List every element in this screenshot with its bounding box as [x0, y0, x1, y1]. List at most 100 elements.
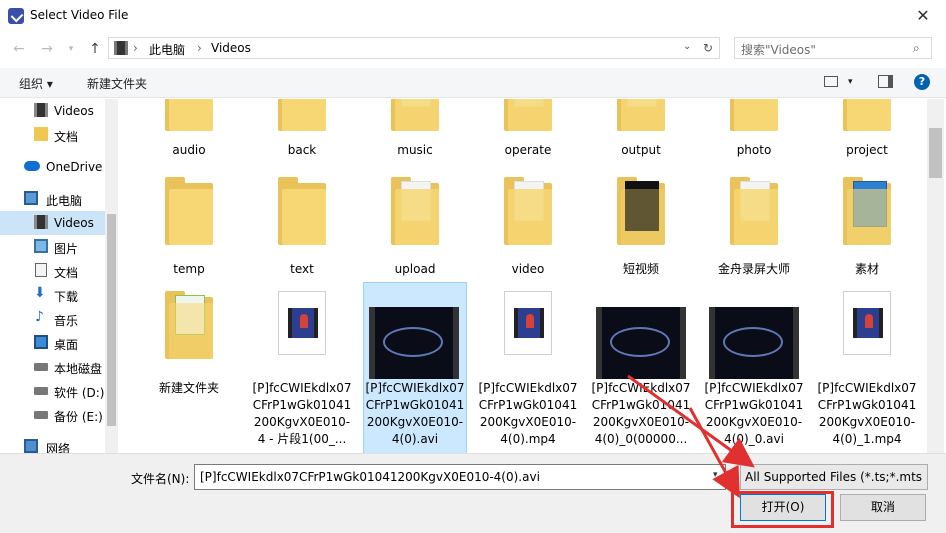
file-list-scrollbar-thumb[interactable]: [929, 128, 942, 178]
drive-icon: [34, 387, 48, 395]
chevron-down-icon[interactable]: ▾: [848, 77, 853, 87]
video-file-item[interactable]: [P]fcCWIEkdlx07CFrP1wGk01041200KgvX0E010…: [478, 283, 578, 453]
back-arrow-icon[interactable]: ←: [10, 40, 28, 58]
folder-with-files-icon: [730, 177, 778, 249]
new-folder-button[interactable]: 新建文件夹: [87, 75, 147, 92]
video-file-item[interactable]: [P]fcCWIEkdlx07CFrP1wGk01041200KgvX0E010…: [817, 283, 917, 453]
folder-icon: [165, 177, 213, 249]
folder-item[interactable]: video: [478, 171, 578, 283]
folder-item[interactable]: photo: [704, 99, 804, 163]
sidebar-item-label: OneDrive: [46, 160, 103, 174]
file-name: output: [621, 143, 661, 157]
folder-item[interactable]: output: [591, 99, 691, 163]
sidebar-item-videos-quick[interactable]: Videos: [0, 99, 105, 123]
sidebar-item-local-disk[interactable]: 本地磁盘: [0, 355, 105, 379]
file-name: back: [287, 143, 317, 157]
sidebar-item-label: 下载: [54, 290, 79, 304]
folder-item[interactable]: back: [252, 99, 352, 163]
folder-with-media-icon: [165, 291, 213, 363]
folder-item[interactable]: temp: [139, 171, 239, 283]
refresh-icon[interactable]: ↻: [703, 41, 713, 55]
file-name: text: [290, 262, 314, 276]
folder-item[interactable]: 金舟录屏大师: [704, 171, 804, 283]
chevron-down-icon[interactable]: ⌄: [683, 41, 691, 52]
filename-input[interactable]: [194, 464, 726, 490]
breadcrumb-videos[interactable]: Videos: [211, 41, 251, 55]
file-name: [P]fcCWIEkdlx07CFrP1wGk01041200KgvX0E010…: [365, 381, 465, 446]
video-library-icon: [34, 103, 48, 117]
download-icon: ⬇: [34, 285, 46, 301]
video-file-item[interactable]: [P]fcCWIEkdlx07CFrP1wGk01041200KgvX0E010…: [704, 283, 804, 453]
folder-item[interactable]: project: [817, 99, 917, 163]
sidebar-item-label: 软件 (D:): [54, 386, 105, 400]
video-file-item[interactable]: [P]fcCWIEkdlx07CFrP1wGk01041200KgvX0E010…: [252, 283, 352, 453]
file-name: 金舟录屏大师: [717, 262, 790, 276]
folder-item[interactable]: music: [365, 99, 465, 163]
sidebar-item-music[interactable]: ♪ 音乐: [0, 307, 105, 331]
drive-icon: [34, 363, 48, 371]
folder-item[interactable]: 新建文件夹: [139, 283, 239, 453]
video-library-icon: [114, 41, 128, 55]
folder-item[interactable]: 素材: [817, 171, 917, 283]
sidebar-item-label: 网络: [46, 442, 71, 453]
cancel-button[interactable]: 取消: [840, 494, 926, 521]
file-name: [P]fcCWIEkdlx07CFrP1wGk01041200KgvX0E010…: [704, 381, 804, 446]
command-toolbar: 组织 ▾ 新建文件夹 ▾ ?: [0, 68, 946, 98]
view-options-icon[interactable]: [824, 76, 838, 87]
sidebar-item-documents-quick[interactable]: 文档: [0, 123, 105, 147]
chevron-down-icon[interactable]: ▾: [713, 470, 718, 480]
up-arrow-icon[interactable]: ↑: [86, 40, 104, 58]
folder-with-images-icon: [843, 177, 891, 249]
sidebar-item-onedrive[interactable]: OneDrive: [0, 155, 105, 179]
close-icon[interactable]: ✕: [908, 4, 938, 28]
folder-item[interactable]: upload: [365, 171, 465, 283]
organize-menu[interactable]: 组织 ▾: [19, 75, 53, 92]
breadcrumb-separator: ›: [197, 41, 202, 55]
video-file-item-selected[interactable]: [P]fcCWIEkdlx07CFrP1wGk01041200KgvX0E010…: [363, 282, 467, 453]
recent-dropdown-icon[interactable]: ▾: [62, 40, 80, 58]
cloud-icon: [24, 161, 40, 171]
file-name: 素材: [854, 262, 879, 276]
forward-arrow-icon[interactable]: →: [38, 40, 56, 58]
folder-item[interactable]: audio: [139, 99, 239, 163]
folder-item[interactable]: text: [252, 171, 352, 283]
sidebar-item-desktop[interactable]: 桌面: [0, 331, 105, 355]
sidebar-item-videos[interactable]: Videos: [0, 211, 105, 235]
music-icon: ♪: [35, 309, 44, 325]
breadcrumb-this-pc[interactable]: 此电脑: [149, 41, 185, 58]
sidebar-scrollbar-thumb[interactable]: [107, 214, 116, 426]
file-name: temp: [173, 262, 205, 276]
highlight-box: [731, 491, 834, 528]
file-name: [P]fcCWIEkdlx07CFrP1wGk01041200KgvX0E010…: [591, 381, 691, 446]
dialog-footer: 文件名(N): ▾ All Supported Files (*.ts;*.mt…: [0, 453, 946, 533]
sidebar-item-documents[interactable]: 文档: [0, 259, 105, 283]
file-type-select[interactable]: All Supported Files (*.ts;*.mts: [740, 464, 928, 490]
sidebar-item-network[interactable]: 网络: [0, 435, 105, 453]
breadcrumb-separator: ›: [133, 41, 138, 55]
network-icon: [24, 439, 38, 453]
sidebar-item-label: 备份 (E:): [54, 410, 103, 424]
video-thumbnail-icon: [709, 307, 799, 379]
sidebar-item-this-pc[interactable]: 此电脑: [0, 187, 105, 211]
address-bar[interactable]: › 此电脑 › Videos ⌄ ↻: [108, 37, 720, 59]
sidebar-item-downloads[interactable]: ⬇ 下载: [0, 283, 105, 307]
folder-with-files-icon: [617, 99, 665, 135]
sidebar-item-drive-e[interactable]: 备份 (E:): [0, 403, 105, 427]
file-name: 短视频: [622, 262, 659, 276]
preview-pane-icon[interactable]: [878, 75, 893, 88]
folder-icon: [843, 99, 891, 135]
folder-item[interactable]: operate: [478, 99, 578, 163]
navigation-bar: ← → ▾ ↑ › 此电脑 › Videos ⌄ ↻ 搜索"Videos" ⌕: [0, 34, 946, 64]
documents-icon: [35, 263, 47, 277]
search-icon[interactable]: ⌕: [913, 41, 920, 56]
help-icon[interactable]: ?: [914, 74, 930, 90]
sidebar-item-label: 图片: [54, 242, 79, 256]
search-input[interactable]: 搜索"Videos" ⌕: [734, 37, 932, 59]
sidebar-item-label: 音乐: [54, 314, 79, 328]
video-file-item[interactable]: [P]fcCWIEkdlx07CFrP1wGk01041200KgvX0E010…: [591, 283, 691, 453]
window-title: Select Video File: [30, 8, 129, 22]
sidebar-item-drive-d[interactable]: 软件 (D:): [0, 379, 105, 403]
sidebar-item-pictures[interactable]: 图片: [0, 235, 105, 259]
folder-item[interactable]: 短视频: [591, 171, 691, 283]
file-name: audio: [172, 143, 206, 157]
